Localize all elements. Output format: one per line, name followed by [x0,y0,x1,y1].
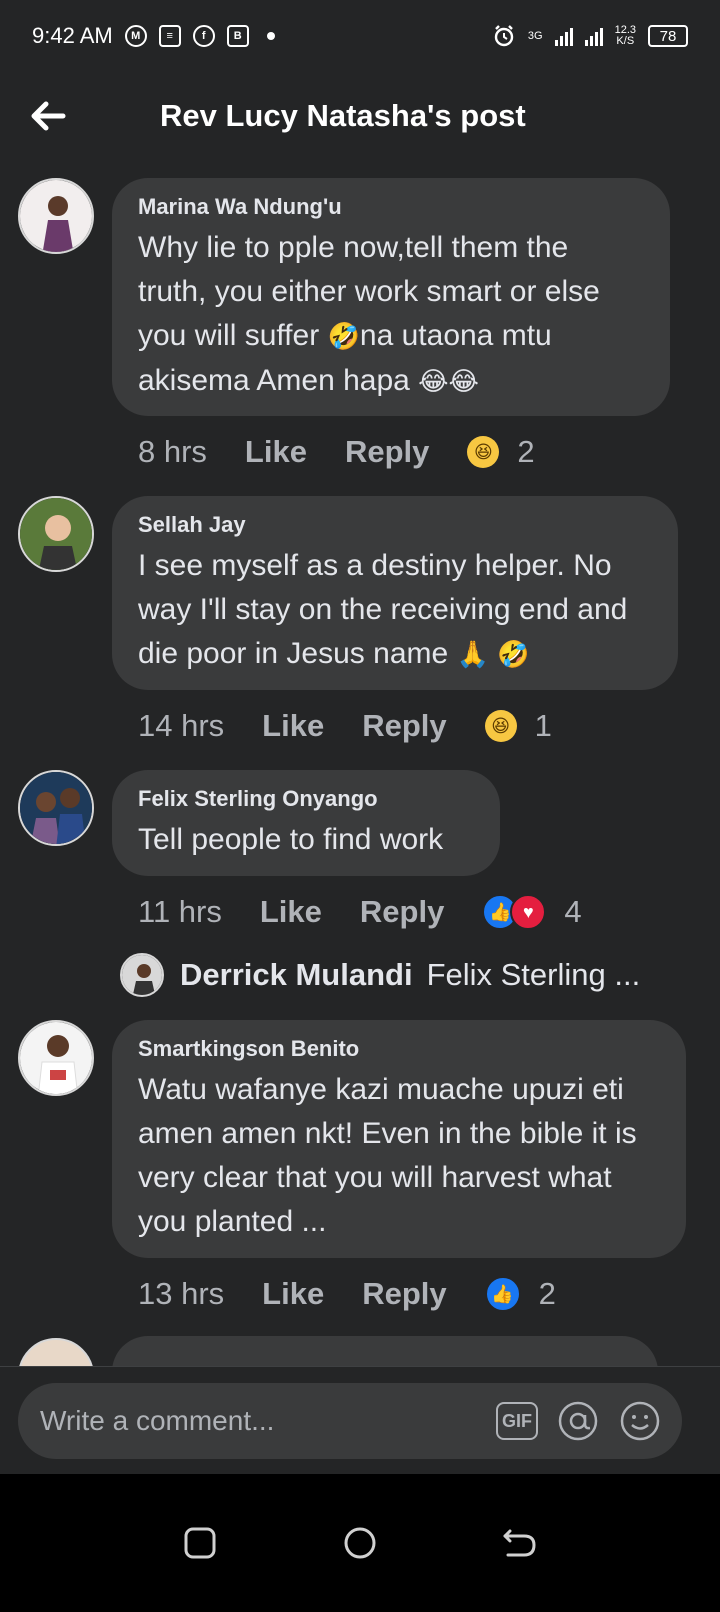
comment-actions: 14 hrs Like Reply 😆 1 [138,706,552,746]
joy-emoji-icon: 😂😂 [418,367,479,397]
comment-text: I see myself as a destiny helper. No way… [138,544,652,677]
comment-actions: 8 hrs Like Reply 😆 2 [138,432,535,472]
like-button[interactable]: Like [245,434,307,470]
avatar[interactable] [18,178,94,254]
comment-composer: GIF [18,1383,682,1459]
page-title: Rev Lucy Natasha's post [160,98,526,133]
back-arrow-icon [31,101,66,131]
comment-time[interactable]: 13 hrs [138,1276,224,1312]
reply-text: Felix Sterling ... [426,957,641,992]
reactions[interactable]: 😆 2 [467,434,535,470]
like-button[interactable]: Like [262,1276,324,1312]
message-notification-icon: ≡ [158,25,181,47]
network-type: 3G [527,29,543,42]
avatar-image [20,498,92,570]
comment-bubble[interactable] [112,1336,658,1366]
comment-time[interactable]: 11 hrs [138,894,222,930]
system-nav-bar [0,1474,720,1612]
comment-text: Watu wafanye kazi muache upuzi eti amen … [138,1073,637,1238]
back-nav-button[interactable] [490,1513,550,1573]
comment-time[interactable]: 14 hrs [138,708,224,744]
haha-icon: 😆 [467,436,500,468]
emoji-button[interactable] [618,1399,662,1443]
comment-bubble[interactable]: Smartkingson Benito Watu wafanye kazi mu… [112,1020,686,1258]
reply-button[interactable]: Reply [360,894,444,930]
avatar-image [20,1022,92,1094]
recents-icon [184,1527,216,1559]
home-icon [344,1527,376,1559]
comment-author[interactable]: Smartkingson Benito [138,1036,660,1062]
screen: 9:42 AM M ≡ f B 3G 12.3 K/S 78 Rev Lucy … [0,0,720,1612]
avatar [120,953,164,997]
reply-button[interactable]: Reply [345,434,429,470]
rofl-emoji-icon: 🤣 [327,322,360,352]
love-icon: ♥ [510,894,547,930]
comment-author[interactable]: Marina Wa Ndung'u [138,194,644,220]
smiley-icon [620,1401,660,1441]
post-header: Rev Lucy Natasha's post [0,78,720,162]
reaction-count: 4 [564,894,582,929]
status-bar: 9:42 AM M ≡ f B 3G 12.3 K/S 78 [0,0,720,72]
comment-actions: 11 hrs Like Reply 👍 ♥ 4 [138,892,582,932]
comment-actions: 13 hrs Like Reply 👍 2 [138,1274,556,1314]
reaction-count: 2 [517,434,535,469]
status-time: 9:42 AM [32,23,113,48]
app-notification-icon: B [226,25,249,47]
reaction-count: 1 [534,708,552,743]
reply-preview[interactable]: Derrick Mulandi Felix Sterling ... [120,950,640,1000]
reply-button[interactable]: Reply [362,708,446,744]
signal-icon [554,26,573,46]
avatar[interactable] [18,1020,94,1096]
alarm-icon [494,25,514,47]
avatar[interactable] [18,770,94,846]
avatar[interactable] [18,1338,94,1366]
pray-and-rofl-emoji-icon: 🙏 🤣 [456,640,530,670]
comment-composer-area: GIF [0,1366,720,1473]
comment-bubble[interactable]: Marina Wa Ndung'u Why lie to pple now,te… [112,178,670,416]
battery-icon: 78 [648,25,688,47]
reactions[interactable]: 😆 1 [484,708,552,744]
battery-level: 78 [659,27,677,45]
comment-bubble[interactable]: Sellah Jay I see myself as a destiny hel… [112,496,678,690]
comment-input[interactable] [38,1404,478,1438]
comment-text-part: I see myself as a destiny helper. No way… [138,549,628,670]
more-notifications-dot-icon [266,32,275,40]
reactions[interactable]: 👍 2 [484,1276,556,1312]
facebook-notification-icon: f [192,25,215,47]
like-icon: 👍 [484,1276,521,1312]
like-button[interactable]: Like [260,894,322,930]
avatar-image [20,772,92,844]
like-button[interactable]: Like [262,708,324,744]
comment-author[interactable]: Felix Sterling Onyango [138,786,474,812]
avatar-image [20,180,92,252]
reaction-count: 2 [538,1276,556,1311]
comment-bubble[interactable]: Felix Sterling Onyango Tell people to fi… [112,770,500,876]
status-left: 9:42 AM M ≡ f B [32,23,275,49]
network-speed-unit: K/S [616,35,635,47]
gif-button[interactable]: GIF [496,1402,538,1440]
comment-text: Tell people to find work [138,823,444,856]
avatar-image [122,955,162,995]
home-button[interactable] [330,1513,390,1573]
comment-author[interactable]: Sellah Jay [138,512,652,538]
signal-icon-2 [584,26,603,46]
at-icon [558,1401,598,1441]
mention-button[interactable] [556,1399,600,1443]
haha-icon: 😆 [484,710,517,742]
avatar[interactable] [18,496,94,572]
reply-button[interactable]: Reply [362,1276,446,1312]
reply-author: Derrick Mulandi [180,957,413,992]
recents-button[interactable] [170,1513,230,1573]
comment-time[interactable]: 8 hrs [138,434,207,470]
comment-text: Why lie to pple now,tell them the truth,… [138,226,644,404]
reactions[interactable]: 👍 ♥ 4 [482,894,582,930]
comment-partial [0,1336,720,1366]
network-speed: 12.3 K/S [615,25,636,47]
messenger-notification-icon: M [124,25,147,47]
status-right: 3G 12.3 K/S 78 [492,24,688,48]
back-button[interactable] [26,94,70,138]
back-nav-icon [503,1529,536,1557]
